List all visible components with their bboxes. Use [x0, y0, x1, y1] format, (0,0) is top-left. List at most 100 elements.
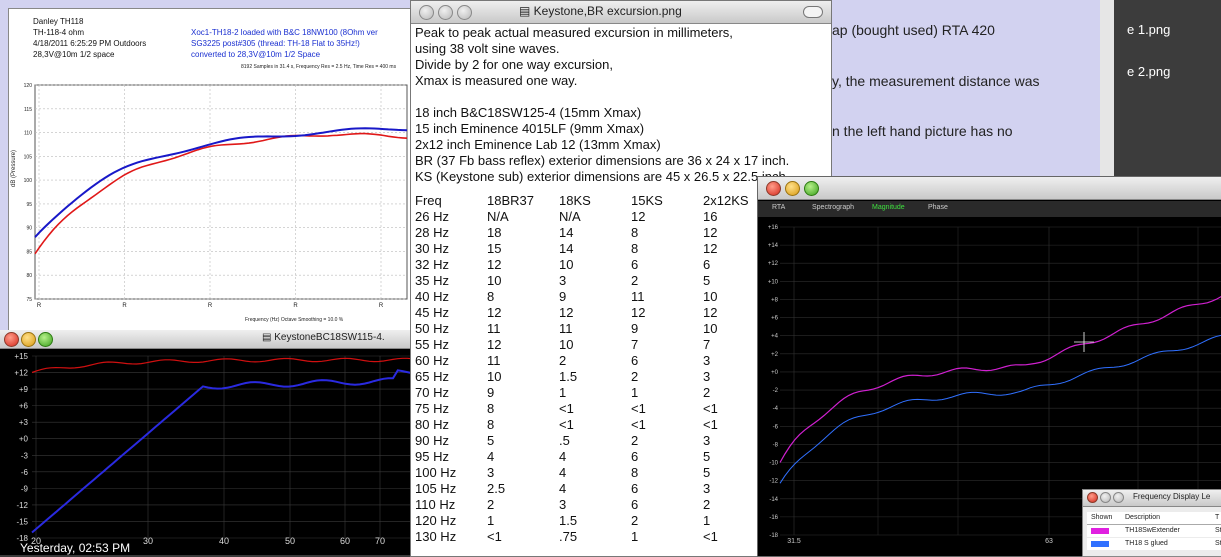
rta-tab-bar: RTA Spectrograph Magnitude Phase	[758, 201, 1221, 217]
table-cell: 6	[703, 257, 711, 272]
minimize-button[interactable]	[21, 332, 36, 347]
column-header: 2x12KS	[703, 193, 749, 208]
table-cell: 12	[703, 305, 718, 320]
x-tick-label: 63	[1045, 538, 1053, 545]
table-cell: 5	[703, 273, 711, 288]
frequency-response-chart: Danley TH118 TH-118-4 ohm 4/18/2011 6:25…	[8, 8, 412, 332]
table-cell: 70 Hz	[415, 385, 449, 400]
table-cell: 2	[631, 513, 639, 528]
document-icon: ▤	[519, 4, 534, 18]
tab-phase[interactable]: Phase	[928, 204, 948, 211]
table-cell: 6	[631, 353, 639, 368]
col-shown: Shown	[1091, 514, 1113, 521]
tab-magnitude[interactable]: Magnitude	[872, 204, 905, 211]
x-tick-label: 30	[143, 536, 153, 546]
y-tick-label: 115	[24, 107, 32, 113]
close-button[interactable]	[419, 5, 434, 20]
table-cell: 1	[703, 513, 711, 528]
table-cell: 12	[631, 305, 646, 320]
tab-spectrograph[interactable]: Spectrograph	[812, 204, 854, 211]
y-tick-label: -14	[769, 497, 778, 503]
series-magenta	[779, 295, 1221, 463]
y-tick-label: +4	[771, 334, 779, 340]
table-cell: 105 Hz	[415, 481, 457, 496]
table-cell: 10	[703, 321, 718, 336]
table-row: 130 Hz <1 .75 1 <1	[415, 529, 763, 545]
table-cell: 1	[631, 385, 639, 400]
title-bar[interactable]: ▤ Keystone,BR excursion.png	[411, 1, 831, 24]
table-cell: 65 Hz	[415, 369, 449, 384]
zoom-button[interactable]	[38, 332, 53, 347]
column-header: 15KS	[631, 193, 663, 208]
table-cell: 3	[703, 353, 711, 368]
table-cell: 2.5	[487, 481, 506, 496]
table-row: 90 Hz 5 .5 2 3	[415, 433, 763, 449]
legend-row[interactable]: TH18 S glued St	[1087, 538, 1221, 550]
x-tick-label: 70	[375, 536, 385, 546]
y-tick-label: 95	[26, 202, 32, 208]
minimize-button[interactable]	[785, 181, 800, 196]
table-cell: <1	[703, 417, 718, 432]
toolbar-toggle[interactable]	[803, 6, 823, 18]
table-row: 80 Hz 8 <1 <1 <1	[415, 417, 763, 433]
x-tick-label: R	[293, 303, 298, 309]
table-cell: 12	[487, 337, 502, 352]
close-button[interactable]	[766, 181, 781, 196]
thumbnail-label[interactable]: e 2.png	[1127, 64, 1170, 79]
table-row: 75 Hz 8 <1 <1 <1	[415, 401, 763, 417]
close-button[interactable]	[4, 332, 19, 347]
window-title-text: Keystone,BR excursion.png	[533, 4, 682, 18]
table-cell: 4	[487, 449, 495, 464]
table-row: 28 Hz 18 14 8 12	[415, 225, 763, 241]
table-row: 50 Hz 11 11 9 10	[415, 321, 763, 337]
zoom-button[interactable]	[457, 5, 472, 20]
window-title: ▤ Keystone,BR excursion.png	[519, 4, 682, 18]
close-button[interactable]	[1087, 492, 1098, 503]
zoom-button[interactable]	[1113, 492, 1124, 503]
y-tick-label: +9	[19, 385, 29, 394]
y-tick-label: 90	[26, 226, 32, 232]
table-cell: 28 Hz	[415, 225, 449, 240]
table-cell: 2	[703, 497, 711, 512]
table-cell: 26 Hz	[415, 209, 449, 224]
table-cell: 2	[631, 273, 639, 288]
table-cell: 10	[487, 369, 502, 384]
tab-rta[interactable]: RTA	[772, 204, 785, 211]
y-tick-label: -6	[21, 468, 29, 477]
y-tick-label: +6	[19, 402, 29, 411]
table-cell: .5	[559, 433, 570, 448]
table-cell: 1.5	[559, 513, 578, 528]
doc-line: using 38 volt sine waves.	[415, 41, 560, 56]
title-bar[interactable]	[758, 177, 1221, 200]
document-lines: Peak to peak actual measured excursion i…	[415, 25, 789, 185]
table-cell: 14	[559, 241, 574, 256]
col-description: Description	[1125, 514, 1161, 521]
minimize-button[interactable]	[438, 5, 453, 20]
table-cell: 16	[703, 209, 718, 224]
thumbnail-label[interactable]: e 1.png	[1127, 22, 1170, 37]
title-bar[interactable]: ▤ KeystoneBC18SW115-4.	[0, 330, 412, 349]
y-tick-label: +0	[19, 435, 29, 444]
table-cell: 3	[487, 465, 495, 480]
table-row: 120 Hz 1 1.5 2 1	[415, 513, 763, 529]
y-tick-label: 85	[26, 249, 32, 255]
table-cell: N/A	[487, 209, 509, 224]
table-cell: 7	[703, 337, 711, 352]
window-title: ▤ KeystoneBC18SW115-4.	[262, 332, 385, 343]
doc-line: KS (Keystone sub) exterior dimensions ar…	[415, 169, 786, 184]
title-bar[interactable]: Frequency Display Le	[1083, 490, 1221, 507]
column-header: 18KS	[559, 193, 591, 208]
x-tick-label: 50	[285, 536, 295, 546]
doc-line: 15 inch Eminence 4015LF (9mm Xmax)	[415, 121, 645, 136]
table-header-row: Freq 18BR37 18KS 15KS 2x12KS	[415, 193, 763, 209]
table-cell: 60 Hz	[415, 353, 449, 368]
table-cell: 6	[631, 257, 639, 272]
legend-row[interactable]: TH18SwExtender St	[1087, 525, 1221, 537]
table-row: 45 Hz 12 12 12 12	[415, 305, 763, 321]
y-tick-label: 105	[24, 154, 33, 160]
y-tick-label: +3	[19, 418, 29, 427]
zoom-button[interactable]	[804, 181, 819, 196]
minimize-button[interactable]	[1100, 492, 1111, 503]
table-cell: 12	[487, 257, 502, 272]
y-tick-label: +8	[771, 297, 779, 303]
